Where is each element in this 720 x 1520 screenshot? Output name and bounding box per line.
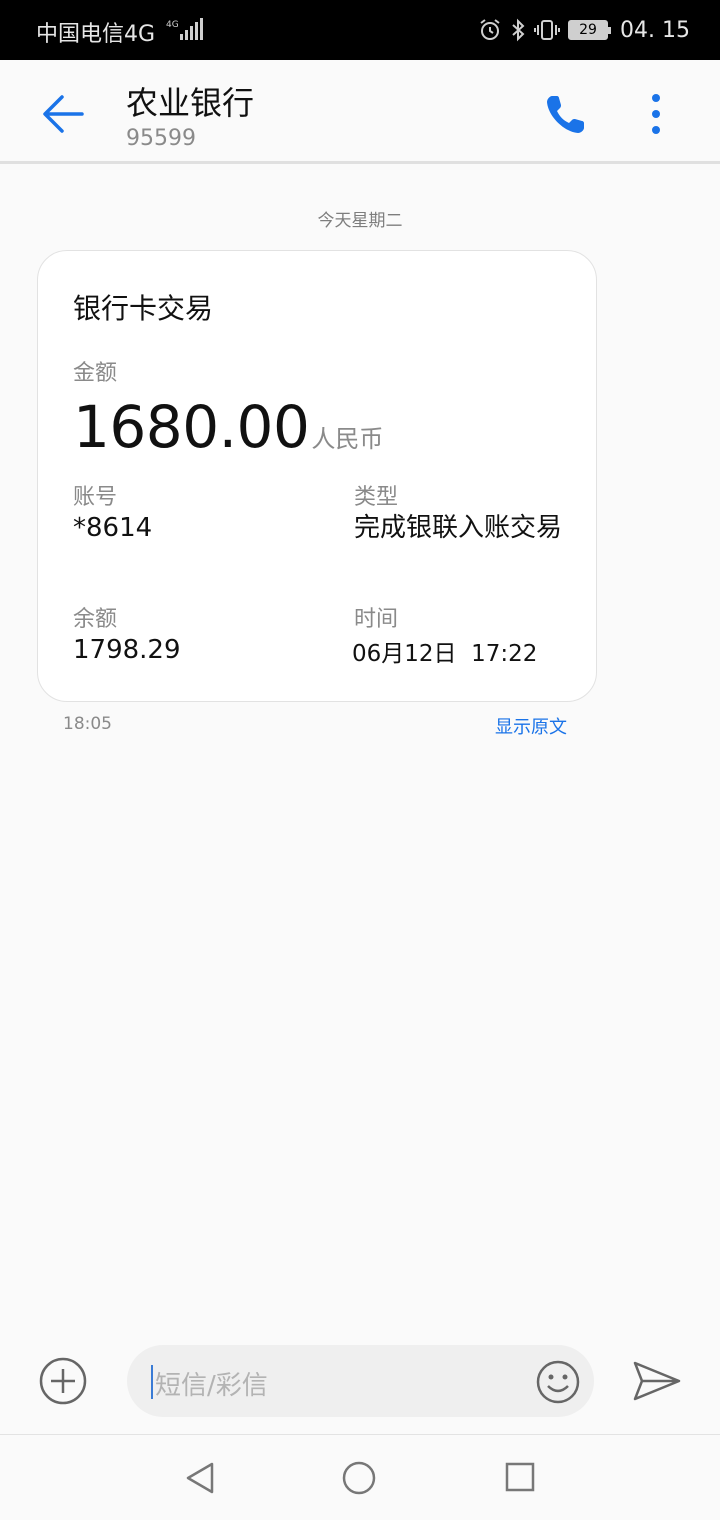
- balance-value: 1798.29: [73, 635, 181, 665]
- amount-label: 金额: [73, 361, 118, 386]
- nav-back-icon[interactable]: [184, 1461, 216, 1495]
- type-value: 完成银联入账交易: [354, 513, 563, 543]
- status-icons: 29 04. 15: [478, 14, 690, 46]
- nav-home-icon[interactable]: [342, 1461, 376, 1495]
- more-vert-icon[interactable]: [644, 90, 668, 138]
- emoji-icon[interactable]: [535, 1359, 581, 1405]
- account-label: 账号: [73, 485, 118, 510]
- back-arrow-icon[interactable]: [40, 92, 86, 136]
- amount-row: 1680.00 人民币: [73, 393, 383, 461]
- amount-unit: 人民币: [311, 425, 384, 453]
- balance-label: 余额: [73, 607, 118, 632]
- show-original-link[interactable]: 显示原文: [495, 713, 567, 739]
- plus-circle-icon[interactable]: [38, 1356, 88, 1406]
- amount-value: 1680.00: [73, 393, 310, 461]
- card-title: 银行卡交易: [73, 292, 214, 325]
- system-nav-bar: [0, 1434, 720, 1520]
- conversation-header: 农业银行 95599: [0, 60, 720, 164]
- send-icon[interactable]: [632, 1360, 682, 1402]
- message-input-placeholder: 短信/彩信: [155, 1371, 268, 1401]
- phone-icon[interactable]: [542, 90, 590, 138]
- status-clock: 04. 15: [620, 17, 690, 43]
- type-label: 类型: [354, 485, 399, 510]
- text-cursor: [151, 1365, 153, 1399]
- nav-recent-icon[interactable]: [504, 1461, 536, 1493]
- vibrate-icon: [534, 20, 561, 40]
- date-divider: 今天星期二: [317, 211, 403, 231]
- transaction-message-card[interactable]: 银行卡交易 金额 1680.00 人民币 账号 *8614 类型 完成银联入账交…: [37, 250, 597, 702]
- contact-name: 农业银行: [126, 84, 255, 122]
- time-value: 06月12日 17:22: [352, 641, 538, 667]
- time-label: 时间: [354, 607, 399, 632]
- carrier-label: 中国电信4G: [36, 22, 156, 47]
- svg-text:4G: 4G: [166, 20, 179, 30]
- account-value: *8614: [73, 513, 153, 543]
- alarm-icon: [480, 19, 500, 40]
- message-sent-time: 18:05: [63, 714, 112, 734]
- status-bar: 中国电信4G 4G 29 04. 15: [0, 0, 720, 60]
- contact-number: 95599: [126, 126, 196, 151]
- signal-icon: 4G: [166, 18, 203, 40]
- bluetooth-icon: [512, 18, 525, 42]
- message-input[interactable]: 短信/彩信: [127, 1345, 594, 1417]
- battery-indicator: 29: [568, 20, 612, 40]
